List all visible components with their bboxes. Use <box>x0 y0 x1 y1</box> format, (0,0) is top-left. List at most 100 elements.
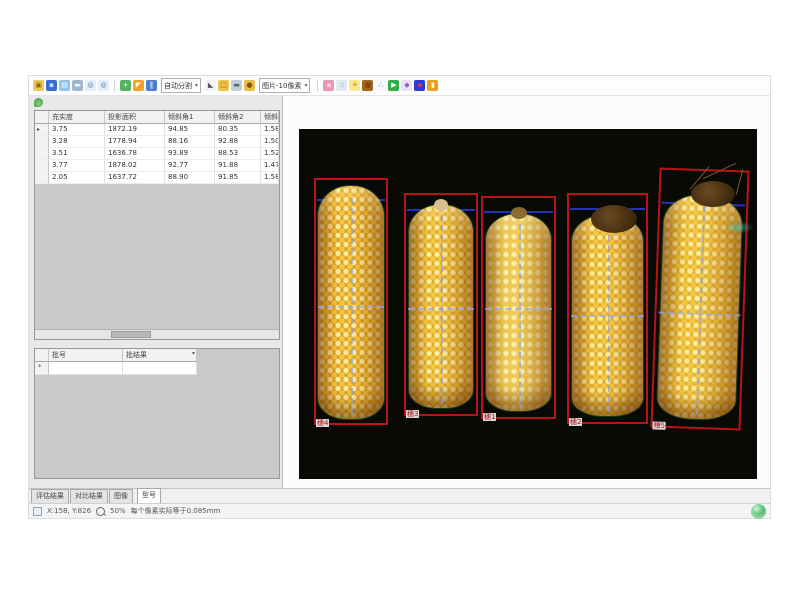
segment-mode-value: 自动分割 <box>164 81 192 91</box>
toolbar-separator <box>317 80 318 92</box>
color-wand-icon[interactable]: + <box>120 80 131 91</box>
run-play-icon[interactable]: ▶ <box>388 80 399 91</box>
cell-area: 1878.02 <box>105 160 165 172</box>
cell-fullness: 3.28 <box>49 136 105 148</box>
ear-label: 穗5 <box>652 421 666 429</box>
capture-frame-icon[interactable]: □ <box>218 80 229 91</box>
chevron-down-icon: ▾ <box>195 82 198 89</box>
tab[interactable]: 评估结果 <box>31 489 69 503</box>
monitor-icon[interactable]: ▬ <box>231 80 242 91</box>
window-blue-icon[interactable]: ▪ <box>414 80 425 91</box>
layer-icon[interactable]: ▫ <box>336 80 347 91</box>
scrollbar-thumb[interactable] <box>111 331 151 338</box>
row-selector-header[interactable] <box>35 349 49 362</box>
zoom-out-icon[interactable]: ◎ <box>98 80 109 91</box>
save-icon[interactable]: ▪ <box>46 80 57 91</box>
corn-photo-canvas[interactable]: 穗4 穗3 穗1 穗2 <box>299 129 757 479</box>
cell-angle2: 91.85 <box>215 172 261 184</box>
pixel-scale-select[interactable]: 图片-10像素▾ <box>259 78 310 93</box>
magnifier-icon <box>96 507 105 516</box>
cell-batch-result[interactable] <box>123 362 197 375</box>
col-header-fullness[interactable]: 充实度 <box>49 111 105 124</box>
cell-angle2: 91.88 <box>215 160 261 172</box>
table-row[interactable]: 3.28 1778.94 88.16 92.88 1.50 <box>35 136 279 148</box>
cell-angle1: 88.16 <box>165 136 215 148</box>
cell-batch-no[interactable] <box>49 362 123 375</box>
pink-marker-icon[interactable]: ▪ <box>323 80 334 91</box>
table-row[interactable]: 3.51 1636.78 93.89 88.53 1.52 <box>35 148 279 160</box>
row-selector-header[interactable] <box>35 111 49 124</box>
zoom-in-icon[interactable]: ◎ <box>85 80 96 91</box>
col-header-angle1[interactable]: 倾斜角1 <box>165 111 215 124</box>
horizontal-scrollbar[interactable] <box>35 329 279 339</box>
batch-grid-header-row: 批号 批结果 ▾ <box>35 349 197 362</box>
ear-label: 穗3 <box>406 410 419 418</box>
detection-box-2[interactable]: 穗3 <box>404 193 478 416</box>
col-header-angle3[interactable]: 倾斜角3 <box>261 111 279 124</box>
print-icon[interactable]: ▬ <box>72 80 83 91</box>
cell-fullness: 3.77 <box>49 160 105 172</box>
tab[interactable]: 对比结果 <box>70 489 108 503</box>
length-measure-line <box>519 224 521 407</box>
col-header-area[interactable]: 投影面积 <box>105 111 165 124</box>
bottom-tab-bar: 评估结果对比结果图像型号 <box>29 488 770 503</box>
detection-box-3[interactable]: 穗1 <box>481 196 556 419</box>
batch-grid: 批号 批结果 ▾ <box>34 348 280 479</box>
crop-corner-icon[interactable]: ◤ <box>133 80 144 91</box>
row-selector[interactable] <box>35 136 49 148</box>
ear-tip <box>511 207 527 219</box>
corn-ear <box>318 186 384 419</box>
segment-mode-select[interactable]: 自动分割▾ <box>161 78 201 93</box>
app-window: ▣ ▪ ▤ ▬ ◎ ◎ + ◤ ‖ 自动分割▾ ◣ □ ▬ ● 图片-10像素▾… <box>28 75 771 519</box>
col-header-batch-result[interactable]: 批结果 ▾ <box>123 349 197 362</box>
palette-icon[interactable]: ◆ <box>401 80 412 91</box>
tab[interactable]: 型号 <box>137 488 161 503</box>
cell-angle3: 1.52 <box>261 148 279 160</box>
fill-brown-icon[interactable]: ■ <box>362 80 373 91</box>
pixel-scale-value: 图片-10像素 <box>262 81 301 91</box>
open-folder-icon[interactable]: ▣ <box>33 80 44 91</box>
cell-angle1: 88.90 <box>165 172 215 184</box>
col-header-angle2[interactable]: 倾斜角2 <box>215 111 261 124</box>
ear-label: 穗1 <box>483 413 496 421</box>
seedling-icon <box>34 98 43 107</box>
ear-label: 穗2 <box>569 418 582 426</box>
glare-streak <box>724 221 754 234</box>
tab[interactable]: 图像 <box>109 489 133 503</box>
table-row[interactable]: 2.05 1637.72 88.90 91.85 1.58 <box>35 172 279 184</box>
table-row[interactable]: 3.77 1878.02 92.77 91.88 1.47 <box>35 160 279 172</box>
brightness-sun-icon[interactable]: ☀ <box>349 80 360 91</box>
brand-orb-icon <box>751 504 766 519</box>
chevron-down-icon[interactable]: ▾ <box>192 350 195 357</box>
row-selector[interactable] <box>35 172 49 184</box>
status-bar: X:158, Y:826 50% 每个像素实际等于0.085mm <box>29 503 770 518</box>
scatter-points-icon[interactable]: ∴ <box>375 80 386 91</box>
row-selector[interactable] <box>35 160 49 172</box>
detection-box-5[interactable]: 穗5 <box>650 168 749 431</box>
col-header-batch-no[interactable]: 批号 <box>49 349 123 362</box>
length-measure-line <box>696 206 705 414</box>
cell-angle3: 1.50 <box>261 136 279 148</box>
measure-grid-body: 3.75 1872.19 94.85 80.35 1.58 3.28 1778.… <box>35 124 279 184</box>
cell-area: 1636.78 <box>105 148 165 160</box>
table-row[interactable]: 3.75 1872.19 94.85 80.35 1.58 <box>35 124 279 136</box>
batch-new-row[interactable] <box>35 362 197 375</box>
split-compare-icon[interactable]: ‖ <box>146 80 157 91</box>
length-measure-line <box>608 225 610 412</box>
cell-angle3: 1.58 <box>261 172 279 184</box>
batch-result-label: 批结果 <box>126 351 147 359</box>
detection-box-1[interactable]: 穗4 <box>314 178 388 425</box>
row-selector[interactable] <box>35 124 49 136</box>
ear-label: 穗4 <box>316 419 329 427</box>
report-gold-icon[interactable]: ▮ <box>427 80 438 91</box>
cell-angle1: 92.77 <box>165 160 215 172</box>
cell-angle1: 93.89 <box>165 148 215 160</box>
image-icon[interactable]: ▤ <box>59 80 70 91</box>
pointer-arrow-icon[interactable]: ◣ <box>205 80 216 91</box>
corn-ear <box>486 214 551 411</box>
camera-icon[interactable]: ● <box>244 80 255 91</box>
row-selector[interactable] <box>35 148 49 160</box>
measure-results-grid: 充实度 投影面积 倾斜角1 倾斜角2 倾斜角3 3.75 1872.19 94.… <box>34 110 280 340</box>
calibration-note: 每个像素实际等于0.085mm <box>131 506 221 516</box>
cell-area: 1778.94 <box>105 136 165 148</box>
